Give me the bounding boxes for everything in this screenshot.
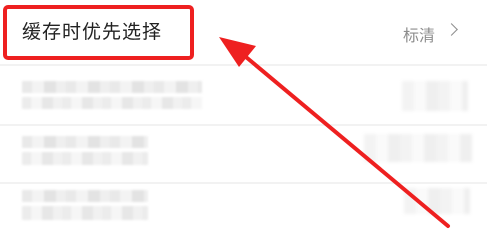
annotation-arrow [219,37,450,228]
settings-screen: 缓存时优先选择 标清 [0,0,487,239]
arrow-shaft [238,50,450,228]
